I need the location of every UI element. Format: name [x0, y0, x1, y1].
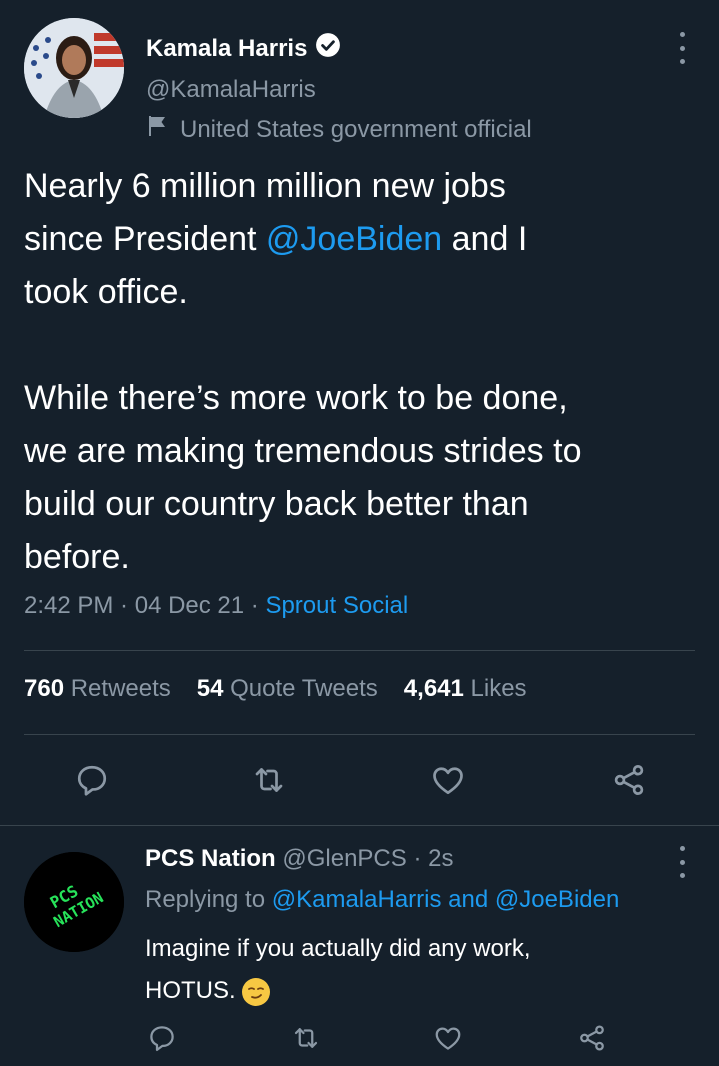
verified-badge-icon: [315, 32, 341, 65]
replying-mention-2[interactable]: @JoeBiden: [495, 886, 619, 913]
tweet-date[interactable]: 04 Dec 21: [135, 592, 244, 619]
tweet-text-line-2a: since President: [24, 220, 266, 258]
tweet-source[interactable]: Sprout Social: [265, 592, 408, 619]
tweet-meta: 2:42 PM · 04 Dec 21 · Sprout Social: [24, 592, 408, 620]
reply-reply-icon[interactable]: [142, 1018, 182, 1058]
quotes-count: 54: [196, 675, 224, 702]
reply-author-name[interactable]: PCS Nation: [145, 845, 276, 872]
reply-action-bar: [0, 1018, 719, 1058]
reply-retweet-icon[interactable]: [286, 1018, 326, 1058]
reply-text-line-2: HOTUS.: [145, 977, 236, 1004]
tweet-text-line-3: took office.: [24, 273, 188, 311]
flag-icon: [146, 114, 170, 145]
author-name-row[interactable]: Kamala Harris: [146, 32, 341, 65]
reply-text-line-1: Imagine if you actually did any work,: [145, 935, 531, 962]
quote-tweets-stat[interactable]: 54 Quote Tweets: [197, 675, 378, 703]
retweet-icon[interactable]: [249, 760, 289, 800]
likes-label: Likes: [470, 675, 527, 702]
reply-like-heart-icon[interactable]: [428, 1018, 468, 1058]
tweet-stats: 760 Retweets 54 Quote Tweets 4,641 Likes: [24, 675, 527, 703]
tweet-time[interactable]: 2:42 PM: [24, 592, 113, 619]
tweet-text-line-1: Nearly 6 million million new jobs: [24, 167, 506, 205]
replying-mention-1[interactable]: @KamalaHarris: [272, 886, 442, 913]
reply-author-handle[interactable]: @GlenPCS: [282, 845, 406, 872]
meta-sep-1: ·: [113, 592, 135, 619]
reply-share-icon[interactable]: [572, 1018, 612, 1058]
author-handle[interactable]: @KamalaHarris: [146, 76, 316, 104]
tweet-text: Nearly 6 million million new jobs since …: [24, 160, 704, 584]
replying-and: and: [441, 886, 495, 913]
tweet-text-line-2b: and I: [442, 220, 528, 258]
divider: [0, 825, 719, 826]
tweet-text-paragraph-2: While there’s more work to be done, we a…: [24, 379, 582, 576]
reply-text: Imagine if you actually did any work, HO…: [145, 928, 685, 1012]
replying-to: Replying to @KamalaHarris and @JoeBiden: [145, 886, 619, 914]
retweets-label: Retweets: [70, 675, 171, 702]
smirk-emoji-icon: [241, 977, 270, 1006]
divider: [24, 650, 695, 651]
reply-author-avatar[interactable]: PCS NATION: [24, 852, 124, 952]
more-options-icon[interactable]: [670, 32, 694, 64]
author-label-text: United States government official: [180, 115, 532, 143]
retweets-stat[interactable]: 760 Retweets: [24, 675, 171, 703]
like-heart-icon[interactable]: [428, 760, 468, 800]
author-name[interactable]: Kamala Harris: [146, 35, 307, 63]
mention-link[interactable]: @JoeBiden: [266, 220, 442, 258]
reply-time[interactable]: · 2s: [413, 845, 453, 872]
reply-more-options-icon[interactable]: [670, 846, 694, 878]
reply-icon[interactable]: [72, 760, 112, 800]
divider: [24, 734, 695, 735]
likes-stat[interactable]: 4,641 Likes: [404, 675, 527, 703]
author-label: United States government official: [146, 114, 532, 145]
meta-sep-2: ·: [244, 592, 266, 619]
tweet-action-bar: [0, 760, 719, 800]
share-icon[interactable]: [609, 760, 649, 800]
replying-prefix: Replying to: [145, 886, 272, 913]
quotes-label: Quote Tweets: [230, 675, 378, 702]
retweets-count: 760: [24, 675, 65, 702]
reply-header: PCS Nation @GlenPCS · 2s: [145, 845, 453, 873]
likes-count: 4,641: [403, 675, 464, 702]
author-avatar[interactable]: [24, 18, 124, 118]
